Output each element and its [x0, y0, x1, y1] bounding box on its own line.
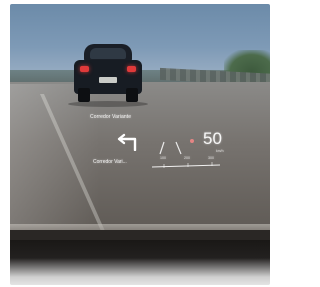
speed-unit: km/h	[216, 149, 224, 153]
distance-tick-label: 100	[160, 156, 166, 160]
lane-guide-icon	[159, 141, 182, 155]
next-street-label: Corredor Variante	[90, 114, 132, 120]
turn-left-arrow-icon	[117, 133, 137, 151]
dashboard	[10, 240, 270, 285]
distance-tick-label: 300	[208, 156, 214, 160]
distance-scale: 100 200 300	[150, 156, 228, 170]
dashboard-edge	[10, 230, 270, 240]
photo-frame: Corredor Variante Corredor Vari... 50 km…	[0, 0, 273, 287]
speed-readout: 50	[203, 129, 222, 148]
current-street-label: Corredor Vari...	[93, 159, 127, 165]
forward-collision-indicator	[190, 139, 194, 143]
distance-tick-label: 200	[184, 156, 190, 160]
windshield-view: Corredor Variante Corredor Vari... 50 km…	[10, 4, 270, 285]
